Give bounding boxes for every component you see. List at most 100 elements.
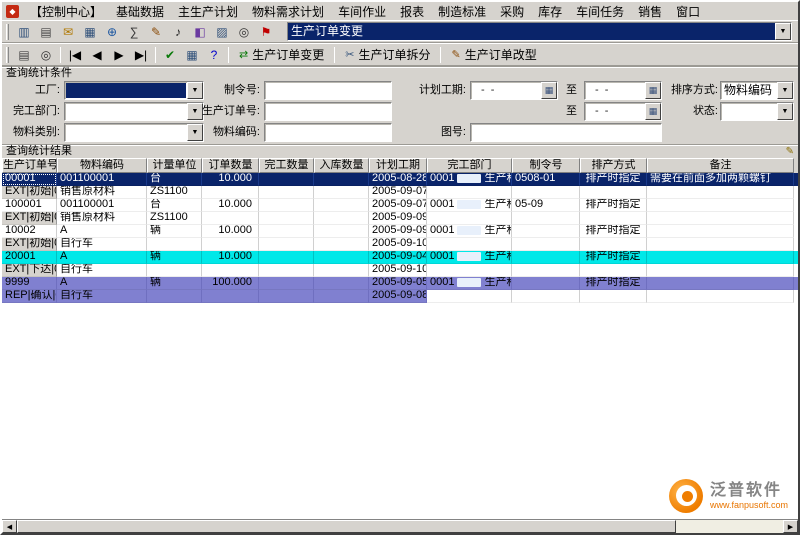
function-select[interactable]: 生产订单变更 ▼ — [287, 22, 792, 41]
column-header[interactable]: 物料编码 — [57, 158, 147, 173]
factory-select[interactable]: ▼ — [64, 81, 204, 100]
column-header[interactable]: 制令号 — [512, 158, 580, 173]
drawing-input[interactable] — [470, 123, 662, 142]
table-cell — [314, 173, 369, 186]
first-record-icon[interactable]: |◀ — [64, 45, 86, 64]
chevron-down-icon[interactable]: ▼ — [775, 23, 791, 40]
menu-item[interactable]: 库存 — [531, 2, 569, 21]
menu-item[interactable]: 主生产计划 — [171, 2, 245, 21]
edit-icon[interactable]: ✎ — [145, 22, 167, 41]
menu-item[interactable]: 车间作业 — [331, 2, 393, 21]
column-header[interactable]: 完工部门 — [427, 158, 512, 173]
sort-select[interactable]: 物料编码 ▼ — [720, 81, 794, 100]
table-row[interactable]: EXT|初始|0自行车2005-09-10 — [2, 238, 798, 251]
print-icon[interactable]: ▤ — [13, 45, 35, 64]
chart-icon[interactable]: ∑ — [123, 22, 145, 41]
order-cmd-input[interactable] — [264, 81, 392, 100]
toolbar-grip[interactable] — [6, 24, 9, 40]
table-cell: 0001生产科 — [427, 251, 512, 264]
order-end-date-input[interactable]: - - ▦ — [584, 102, 662, 121]
column-header[interactable]: 完工数量 — [259, 158, 314, 173]
table-row[interactable]: EXT|下达|0自行车2005-09-10 — [2, 264, 798, 277]
button-label: 生产订单改型 — [465, 46, 537, 63]
column-header[interactable]: 排产方式 — [580, 158, 647, 173]
plan-period-label: 计划工期: — [419, 81, 466, 100]
column-header[interactable]: 生产订单号 — [2, 158, 57, 173]
sort-label: 排序方式: — [671, 81, 718, 100]
toolbar-grip[interactable] — [6, 47, 9, 63]
chevron-down-icon[interactable]: ▼ — [187, 103, 203, 120]
table-cell: A — [57, 225, 147, 238]
calculator-icon[interactable]: ▦ — [79, 22, 101, 41]
dept-select[interactable]: ▼ — [64, 102, 204, 121]
search-icon[interactable]: ◎ — [233, 22, 255, 41]
chevron-down-icon[interactable]: ▼ — [187, 124, 203, 141]
menu-item[interactable]: 基础数据 — [109, 2, 171, 21]
plan-start-date-input[interactable]: - - ▦ — [470, 81, 558, 100]
toolbar-main: ▥▤✉▦⊕∑✎♪◧▨◎⚑ 生产订单变更 ▼ — [2, 20, 798, 43]
globe-icon[interactable]: ⊕ — [101, 22, 123, 41]
column-header[interactable]: 计量单位 — [147, 158, 202, 173]
flag-icon[interactable]: ⚑ — [255, 22, 277, 41]
calendar-icon[interactable]: ▦ — [645, 82, 661, 99]
material-type-select[interactable]: ▼ — [64, 123, 204, 142]
scroll-left-button[interactable]: ◀ — [2, 520, 17, 533]
table-cell — [259, 225, 314, 238]
table-row[interactable]: 00001001100001台10.0002005-08-280001生产科05… — [2, 173, 798, 186]
table-cell — [647, 290, 794, 303]
horizontal-scrollbar[interactable]: ◀ ▶ — [2, 519, 798, 533]
scroll-right-button[interactable]: ▶ — [783, 520, 798, 533]
column-header[interactable]: 入库数量 — [314, 158, 369, 173]
menu-item[interactable]: 窗口 — [669, 2, 707, 21]
scrollbar-thumb[interactable] — [17, 520, 676, 533]
status-select[interactable]: ▼ — [720, 102, 794, 121]
plan-end-date-input[interactable]: - - ▦ — [584, 81, 662, 100]
order-change-button[interactable]: ⇄生产订单变更 — [232, 45, 331, 65]
chevron-down-icon[interactable]: ▼ — [187, 82, 203, 99]
menu-item[interactable]: 制造标准 — [431, 2, 493, 21]
column-header[interactable]: 备注 — [647, 158, 794, 173]
table-row[interactable]: EXT|初始|0销售原材料ZS11002005-09-07 — [2, 186, 798, 199]
preview-icon[interactable]: ◎ — [35, 45, 57, 64]
column-header[interactable]: 订单数量 — [202, 158, 259, 173]
edit-icon[interactable]: ✎ — [786, 145, 794, 158]
scrollbar-track[interactable] — [17, 520, 783, 533]
table-row[interactable]: 20001A辆10.0002005-09-040001生产科排产时指定 — [2, 251, 798, 264]
table-row[interactable]: 10002A辆10.0002005-09-090001生产科排产时指定 — [2, 225, 798, 238]
menu-item[interactable]: 物料需求计划 — [245, 2, 331, 21]
table-cell: EXT|下达|0 — [2, 264, 57, 277]
last-record-icon[interactable]: ▶| — [130, 45, 152, 64]
calendar-icon[interactable]: ▦ — [541, 82, 557, 99]
table-row[interactable]: REP|确认|0自行车2005-09-08 — [2, 290, 798, 303]
palette-icon[interactable]: ◧ — [189, 22, 211, 41]
menu-item[interactable]: 报表 — [393, 2, 431, 21]
help-icon[interactable]: ? — [203, 45, 225, 64]
save-icon[interactable]: ▥ — [13, 22, 35, 41]
order-modify-button[interactable]: ✎生产订单改型 — [444, 45, 543, 65]
notes-icon[interactable]: ▨ — [211, 22, 233, 41]
table-cell: 100001 — [2, 199, 57, 212]
grid-icon[interactable]: ▦ — [181, 45, 203, 64]
chevron-down-icon[interactable]: ▼ — [777, 103, 793, 120]
menu-item[interactable]: 采购 — [493, 2, 531, 21]
column-header[interactable]: 计划工期 — [369, 158, 427, 173]
menu-item[interactable]: 车间任务 — [569, 2, 631, 21]
order-split-button[interactable]: ✂生产订单拆分 — [338, 45, 437, 65]
print-icon[interactable]: ▤ — [35, 22, 57, 41]
table-row[interactable]: EXT|初始|0销售原材料ZS11002005-09-09 — [2, 212, 798, 225]
table-row[interactable]: 9999A辆100.0002005-09-050001生产科排产时指定 — [2, 277, 798, 290]
prev-record-icon[interactable]: ◀ — [86, 45, 108, 64]
prod-order-input[interactable] — [264, 102, 392, 121]
material-code-input[interactable] — [264, 123, 392, 142]
mail-icon[interactable]: ✉ — [57, 22, 79, 41]
redacted-patch — [457, 174, 481, 183]
next-record-icon[interactable]: ▶ — [108, 45, 130, 64]
chevron-down-icon[interactable]: ▼ — [777, 82, 793, 99]
menu-item[interactable]: 【控制中心】 — [23, 2, 109, 21]
music-icon[interactable]: ♪ — [167, 22, 189, 41]
table-row[interactable]: 100001001100001台10.0002005-09-070001生产科0… — [2, 199, 798, 212]
calendar-icon[interactable]: ▦ — [645, 103, 661, 120]
confirm-icon[interactable]: ✔ — [159, 45, 181, 64]
table-cell: 销售原材料 — [57, 186, 147, 199]
menu-item[interactable]: 销售 — [631, 2, 669, 21]
